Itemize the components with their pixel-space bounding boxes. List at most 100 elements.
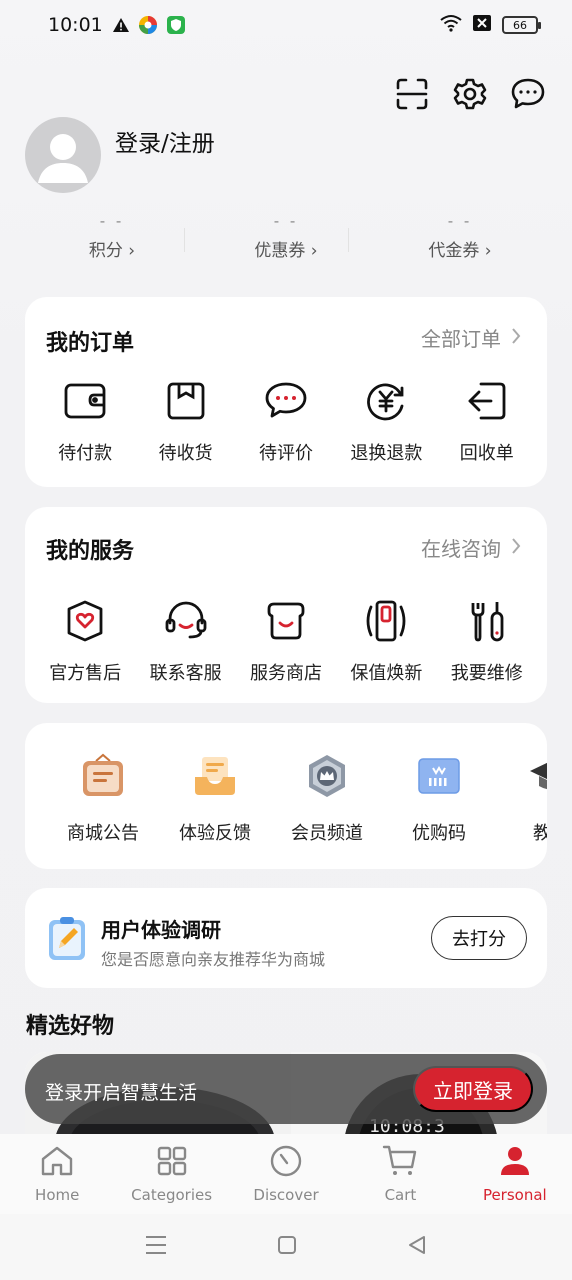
cart-icon (381, 1142, 419, 1180)
nav-home[interactable]: Home (0, 1134, 114, 1214)
service-repair[interactable]: 我要维修 (441, 597, 533, 685)
online-consult-label: 在线咨询 (421, 537, 501, 561)
header-actions (394, 76, 546, 112)
stat-value: - - (99, 212, 125, 230)
shortcut-announcement[interactable]: 商城公告 (47, 751, 159, 845)
feedback-tray-icon (190, 751, 240, 801)
order-label: 待付款 (58, 443, 113, 464)
home-icon (38, 1142, 76, 1180)
orders-title: 我的订单 (46, 331, 135, 356)
divider (184, 228, 185, 252)
service-store[interactable]: 服务商店 (240, 597, 332, 685)
all-orders-link[interactable]: 全部订单 (421, 323, 521, 352)
stat-vouchers[interactable]: - - 代金券 › (373, 212, 547, 268)
login-now-button[interactable]: 立即登录 (413, 1066, 533, 1112)
order-pending-review[interactable]: 待评价 (240, 377, 332, 465)
survey-card: 用户体验调研 您是否愿意向亲友推荐华为商城 去打分 (25, 888, 547, 988)
shortcut-feedback[interactable]: 体验反馈 (159, 751, 271, 845)
person-icon (496, 1142, 534, 1180)
nav-label: Cart (384, 1186, 417, 1204)
service-label: 保值焕新 (350, 663, 423, 684)
refund-icon (362, 377, 410, 425)
shortcut-label: 体验反馈 (179, 823, 251, 844)
shortcut-label: 教育 (533, 823, 547, 844)
survey-subtitle: 您是否愿意向亲友推荐华为商城 (101, 950, 326, 969)
rate-button[interactable]: 去打分 (431, 916, 527, 960)
divider (348, 228, 349, 252)
orders-card: 我的订单 全部订单 待付款 待收货 待评价 退换退款 回收单 (25, 297, 547, 487)
order-refund[interactable]: 退换退款 (340, 377, 432, 465)
login-banner-text: 登录开启智慧生活 (45, 1082, 198, 1104)
stat-label: 代金券 › (428, 241, 492, 261)
stat-value: - - (447, 212, 473, 230)
bulletin-icon (78, 751, 128, 801)
order-pending-receipt[interactable]: 待收货 (140, 377, 232, 465)
shortcut-label: 会员频道 (291, 823, 363, 844)
scan-icon[interactable] (394, 76, 430, 112)
services-title: 我的服务 (46, 539, 135, 564)
order-recycle[interactable]: 回收单 (441, 377, 533, 465)
shortcut-promo-code[interactable]: 优购码 (383, 751, 495, 845)
repair-tools-icon (463, 597, 511, 645)
back-triangle-icon[interactable] (407, 1235, 427, 1259)
recycle-icon (463, 377, 511, 425)
battery-icon: 66 (502, 16, 541, 34)
shortcut-label: 优购码 (412, 823, 466, 844)
order-label: 退换退款 (350, 443, 423, 464)
code-card-icon (414, 751, 464, 801)
stat-points[interactable]: - - 积分 › (25, 212, 199, 268)
graduation-cap-icon (526, 751, 547, 801)
order-label: 回收单 (459, 443, 514, 464)
service-after-sales[interactable]: 官方售后 (39, 597, 131, 685)
grid-icon (153, 1142, 191, 1180)
nav-discover[interactable]: Discover (229, 1134, 343, 1214)
menu-icon[interactable] (145, 1235, 167, 1259)
survey-title: 用户体验调研 (101, 918, 221, 942)
nav-label: Personal (482, 1186, 547, 1204)
services-card: 我的服务 在线咨询 官方售后 联系客服 服务商店 保值焕新 我要维修 (25, 507, 547, 703)
service-label: 联系客服 (149, 663, 222, 684)
comment-icon (262, 377, 310, 425)
shortcut-education[interactable]: 教育 (495, 751, 547, 845)
phone-renew-icon (362, 597, 410, 645)
stat-coupons[interactable]: - - 优惠券 › (199, 212, 373, 268)
headset-icon (162, 597, 210, 645)
nav-label: Categories (131, 1186, 213, 1204)
shield-app-icon (166, 15, 186, 39)
stat-label: 优惠券 › (254, 241, 318, 261)
avatar[interactable] (25, 117, 101, 193)
clipboard-pencil-icon (47, 916, 87, 966)
service-label: 服务商店 (249, 663, 322, 684)
wifi-icon (440, 14, 462, 36)
order-pending-payment[interactable]: 待付款 (39, 377, 131, 465)
status-bar: 10:01 66 (0, 0, 572, 52)
nav-label: Discover (253, 1186, 319, 1204)
online-consult-link[interactable]: 在线咨询 (421, 533, 521, 562)
store-icon (262, 597, 310, 645)
nav-categories[interactable]: Categories (114, 1134, 228, 1214)
order-label: 待收货 (158, 443, 213, 464)
shortcut-member[interactable]: 会员频道 (271, 751, 383, 845)
service-trade-in[interactable]: 保值焕新 (340, 597, 432, 685)
sim-off-icon (472, 14, 492, 36)
nav-cart[interactable]: Cart (343, 1134, 457, 1214)
compass-icon (267, 1142, 305, 1180)
service-label: 我要维修 (450, 663, 523, 684)
service-contact[interactable]: 联系客服 (140, 597, 232, 685)
gear-icon[interactable] (452, 76, 488, 112)
home-square-icon[interactable] (277, 1235, 297, 1259)
login-register-link[interactable]: 登录/注册 (115, 124, 215, 158)
status-time: 10:01 (48, 14, 103, 36)
login-banner: 登录开启智慧生活 立即登录 (25, 1054, 547, 1124)
heart-shield-icon (61, 597, 109, 645)
nav-personal[interactable]: Personal (458, 1134, 572, 1214)
all-orders-label: 全部订单 (421, 327, 501, 351)
bottom-nav: Home Categories Discover Cart Personal (0, 1134, 572, 1214)
chevron-right-icon (511, 536, 521, 560)
account-stats: - - 积分 › - - 优惠券 › - - 代金券 › (25, 212, 547, 268)
package-icon (162, 377, 210, 425)
app-color-icon (138, 15, 158, 39)
stat-label: 积分 › (88, 241, 136, 261)
message-icon[interactable] (510, 76, 546, 112)
order-label: 待评价 (258, 443, 313, 464)
